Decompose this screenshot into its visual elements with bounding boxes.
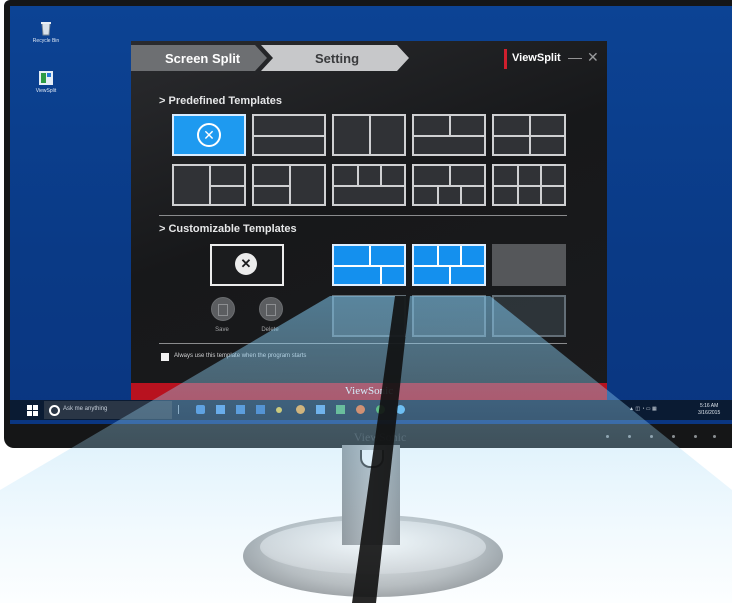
save-icon	[218, 304, 228, 316]
close-button[interactable]: ✕	[587, 49, 599, 66]
cable-management-hole	[360, 450, 384, 468]
template-six-grid[interactable]	[492, 164, 566, 206]
monitor-brand: ViewSonic	[353, 430, 407, 444]
footer-brand: ViewSonic	[344, 385, 394, 397]
taskbar-app-icon[interactable]	[236, 405, 245, 414]
custom-template-empty[interactable]	[492, 295, 566, 337]
cortana-circle-icon	[49, 405, 60, 416]
minimize-button[interactable]: —	[568, 49, 582, 65]
template-left-split-right-big[interactable]	[252, 164, 326, 206]
monitor-control-button[interactable]	[606, 435, 609, 438]
tab-screen-split-label: Screen Split	[165, 51, 241, 66]
trash-icon	[266, 304, 276, 316]
monitor-control-button[interactable]	[650, 435, 653, 438]
delete-label: Delete	[261, 327, 279, 333]
desktop-icon-viewsplit[interactable]: ViewSplit	[30, 70, 62, 94]
app-brand: ViewSplit	[512, 52, 561, 64]
viewsplit-window: Screen Split Setting ViewSplit — ✕ > Pre…	[131, 41, 607, 400]
predefined-templates-title: > Predefined Templates	[159, 95, 282, 107]
custom-template-1[interactable]	[332, 244, 406, 286]
taskbar-app-icon[interactable]	[256, 405, 265, 414]
taskbar-app-icon[interactable]	[216, 405, 225, 414]
windows-start-icon[interactable]	[27, 405, 38, 416]
taskbar-app-icon[interactable]	[356, 405, 365, 414]
taskbar-app-icon[interactable]	[336, 405, 345, 414]
desktop-icon-label: ViewSplit	[35, 88, 57, 94]
desktop-icon-label: Recycle Bin	[32, 38, 60, 44]
tab-bar: Screen Split Setting ViewSplit — ✕	[131, 41, 607, 75]
template-two-vertical[interactable]	[332, 114, 406, 156]
taskbar-app-icon[interactable]	[316, 405, 325, 414]
desktop-icon-recycle-bin[interactable]: Recycle Bin	[30, 20, 62, 44]
task-view-icon[interactable]	[178, 405, 179, 414]
viewsplit-shortcut-icon	[38, 70, 54, 86]
always-use-checkbox[interactable]	[161, 353, 169, 361]
custom-template-2[interactable]	[412, 244, 486, 286]
taskbar-app-icon[interactable]	[276, 407, 282, 413]
monitor-control-button[interactable]	[628, 435, 631, 438]
search-placeholder: Ask me anything	[63, 406, 108, 412]
delete-button[interactable]	[259, 297, 283, 321]
template-three-column-split[interactable]	[332, 164, 406, 206]
save-button[interactable]	[211, 297, 235, 321]
template-six-grid-staggered[interactable]	[412, 164, 486, 206]
taskbar-app-icon[interactable]	[196, 405, 205, 414]
template-two-horizontal[interactable]	[252, 114, 326, 156]
template-none[interactable]: ✕	[172, 114, 246, 156]
wrench-screwdriver-icon: ✕	[235, 253, 257, 275]
close-circle-icon: ✕	[197, 123, 221, 147]
section-divider	[159, 343, 567, 344]
section-divider	[159, 215, 567, 216]
custom-template-empty[interactable]	[332, 295, 406, 337]
customizable-templates-title: > Customizable Templates	[159, 223, 297, 235]
edge-browser-icon[interactable]	[396, 405, 405, 414]
monitor-power-button[interactable]	[713, 435, 716, 438]
custom-template-empty[interactable]	[492, 244, 566, 286]
taskbar-clock[interactable]: 5:16 AM 3/16/2015	[698, 403, 720, 417]
template-four-grid[interactable]	[492, 114, 566, 156]
template-top-split-bottom[interactable]	[412, 114, 486, 156]
monitor-control-button[interactable]	[694, 435, 697, 438]
monitor-control-button[interactable]	[672, 435, 675, 438]
template-left-big-right-split[interactable]	[172, 164, 246, 206]
taskbar-app-icon[interactable]	[296, 405, 305, 414]
tab-setting-label: Setting	[315, 51, 360, 66]
custom-template-empty[interactable]	[412, 295, 486, 337]
save-label: Save	[215, 327, 229, 333]
always-use-label: Always use this template when the progra…	[174, 353, 307, 359]
recycle-bin-icon	[38, 20, 54, 36]
customize-template-button[interactable]: ✕	[210, 244, 284, 286]
taskbar-app-icon[interactable]	[376, 405, 385, 414]
brand-accent-bar	[504, 49, 507, 69]
system-tray-icons[interactable]: ▲ ◫ ◔ ▭ ▦	[629, 406, 657, 412]
